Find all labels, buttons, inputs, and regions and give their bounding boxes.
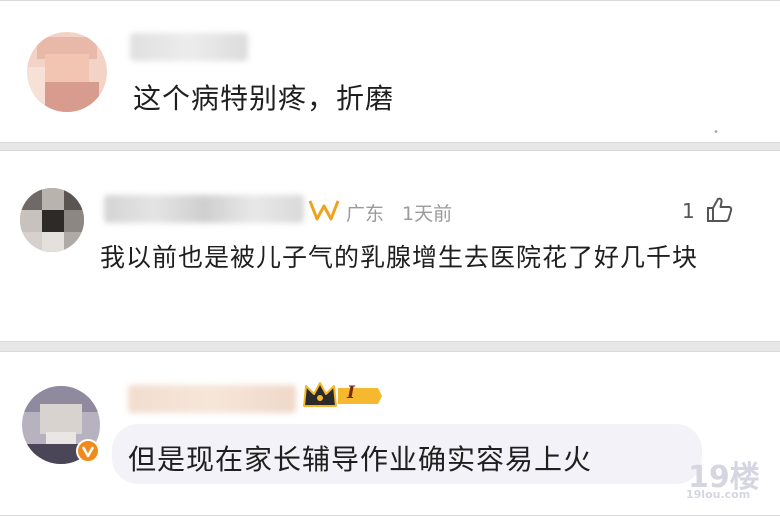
username-blurred[interactable] bbox=[128, 385, 296, 413]
watermark-url: 19lou.com bbox=[686, 488, 751, 501]
more-indicator: • bbox=[713, 127, 719, 138]
username-blurred[interactable] bbox=[130, 33, 248, 61]
comment-card-3: I 但是现在家长辅导作业确实容易上火 19楼 19lou.com bbox=[0, 351, 780, 516]
comment-text: 我以前也是被儿子气的乳腺增生去医院花了好几千块 bbox=[100, 243, 699, 272]
level-badge-label: I bbox=[347, 383, 355, 403]
comment-text: 这个病特别疼，折磨 bbox=[133, 82, 395, 115]
comment-card-1: 这个病特别疼，折磨 • bbox=[0, 0, 780, 143]
vip-badge-icon bbox=[308, 200, 340, 221]
crown-badge-icon bbox=[303, 382, 382, 407]
comment-time: 1天前 bbox=[402, 203, 453, 225]
comment-card-2: 广东 1天前 1 我以前也是被儿子气的乳腺增生去医院花了好几千块 bbox=[0, 150, 780, 342]
like-count: 1 bbox=[682, 199, 695, 223]
thumbs-up-icon[interactable] bbox=[704, 195, 734, 225]
avatar[interactable] bbox=[27, 32, 107, 112]
username-blurred[interactable] bbox=[104, 195, 304, 223]
comment-location: 广东 bbox=[346, 203, 385, 225]
avatar[interactable] bbox=[20, 188, 84, 252]
verified-icon bbox=[76, 439, 100, 463]
comment-text: 但是现在家长辅导作业确实容易上火 bbox=[128, 443, 593, 476]
